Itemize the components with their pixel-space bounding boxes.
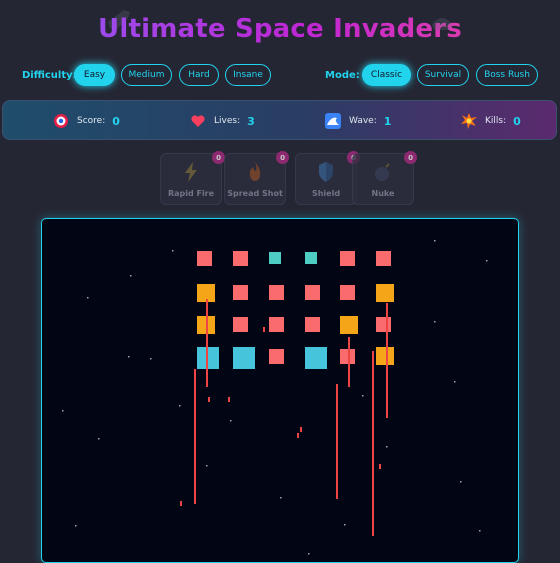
enemy-bullet: [208, 397, 210, 402]
powerup-spread-shot[interactable]: Spread Shot 0: [224, 151, 289, 205]
enemy-bullet: [180, 501, 182, 506]
enemy-invader: [340, 285, 355, 300]
enemy-invader: [305, 317, 320, 332]
page-title: Ultimate Space Invaders: [0, 14, 560, 44]
enemy-invader: [340, 349, 355, 364]
lives-stat: Lives: 3: [190, 101, 255, 141]
shield-icon: [296, 162, 356, 182]
enemy-invader: [269, 285, 284, 300]
enemy-bullet: [228, 397, 230, 402]
enemy-invader: [305, 347, 327, 369]
game-field: [62, 240, 488, 555]
enemy-bullet: [379, 464, 381, 469]
score-value: 0: [112, 114, 120, 128]
enemy-invader: [233, 347, 255, 369]
enemy-invader: [269, 349, 284, 364]
enemy-invader: [376, 317, 391, 332]
powerup-label: Shield: [311, 189, 341, 198]
enemy-bullet: [206, 299, 208, 387]
enemy-bullets: [180, 299, 388, 536]
wave-stat: Wave: 1: [325, 101, 391, 141]
difficulty-medium-button[interactable]: Medium: [121, 64, 172, 86]
enemy-invader: [233, 285, 248, 300]
kills-value: 0: [513, 114, 521, 128]
enemy-invader: [233, 251, 248, 266]
enemy-invader: [305, 285, 320, 300]
mode-label: Mode:: [325, 70, 360, 81]
lives-label: Lives:: [214, 116, 241, 126]
difficulty-insane-button[interactable]: Insane: [225, 64, 271, 86]
enemy-invader: [233, 317, 248, 332]
powerup-rapid-fire[interactable]: Rapid Fire 0: [160, 151, 225, 205]
enemy-invader: [340, 251, 355, 266]
enemy-invader: [376, 347, 394, 365]
controls-bar: Difficulty: Easy Medium Hard Insane Mode…: [0, 64, 560, 90]
mode-classic-button[interactable]: Classic: [362, 64, 411, 86]
game-canvas[interactable]: [41, 218, 519, 563]
alien-icon: [432, 18, 452, 30]
stats-bar: Score: 0 Lives: 3 Wave: 1 Kills: 0: [2, 100, 557, 140]
target-icon: [53, 113, 69, 129]
kills-label: Kills:: [485, 116, 507, 126]
powerup-nuke[interactable]: Nuke 0: [352, 151, 417, 205]
enemy-bullet: [194, 369, 196, 504]
kills-stat: Kills: 0: [461, 101, 521, 141]
difficulty-easy-button[interactable]: Easy: [74, 64, 115, 86]
powerup-label: Spread Shot: [227, 189, 283, 198]
powerup-label: Nuke: [371, 189, 395, 198]
mode-survival-button[interactable]: Survival: [417, 64, 469, 86]
explosion-icon: [461, 113, 477, 129]
heart-icon: [190, 113, 206, 129]
wave-label: Wave:: [349, 116, 377, 126]
lightning-icon: [161, 162, 221, 182]
difficulty-hard-button[interactable]: Hard: [179, 64, 219, 86]
bomb-icon: [353, 162, 413, 182]
powerup-label: Rapid Fire: [167, 189, 215, 198]
enemy-invader: [197, 251, 212, 266]
lives-value: 3: [247, 114, 255, 128]
enemy-bullet: [386, 303, 388, 418]
enemy-invader: [269, 252, 281, 264]
enemy-invader: [376, 251, 391, 266]
enemy-bullet: [300, 427, 302, 432]
score-label: Score:: [77, 116, 106, 126]
header: Ultimate Space Invaders: [0, 0, 560, 60]
enemy-bullet: [263, 327, 265, 332]
wave-value: 1: [383, 114, 392, 128]
enemy-invader: [376, 284, 394, 302]
score-stat: Score: 0: [53, 101, 120, 141]
powerup-count-badge: 0: [276, 151, 289, 164]
enemy-invader: [340, 316, 358, 334]
flame-icon: [225, 162, 285, 182]
enemy-bullet: [336, 384, 338, 499]
enemy-bullet: [297, 433, 299, 438]
difficulty-label: Difficulty:: [22, 70, 77, 81]
powerup-count-badge: 0: [404, 151, 417, 164]
enemy-invader: [305, 252, 317, 264]
enemy-bullet: [348, 337, 350, 387]
powerup-shield[interactable]: Shield 0: [295, 151, 360, 205]
enemy-invader: [269, 317, 284, 332]
wave-icon: [325, 113, 341, 129]
mode-boss-rush-button[interactable]: Boss Rush: [476, 64, 538, 86]
enemy-bullet: [372, 351, 374, 536]
enemy-formation: [197, 251, 394, 369]
